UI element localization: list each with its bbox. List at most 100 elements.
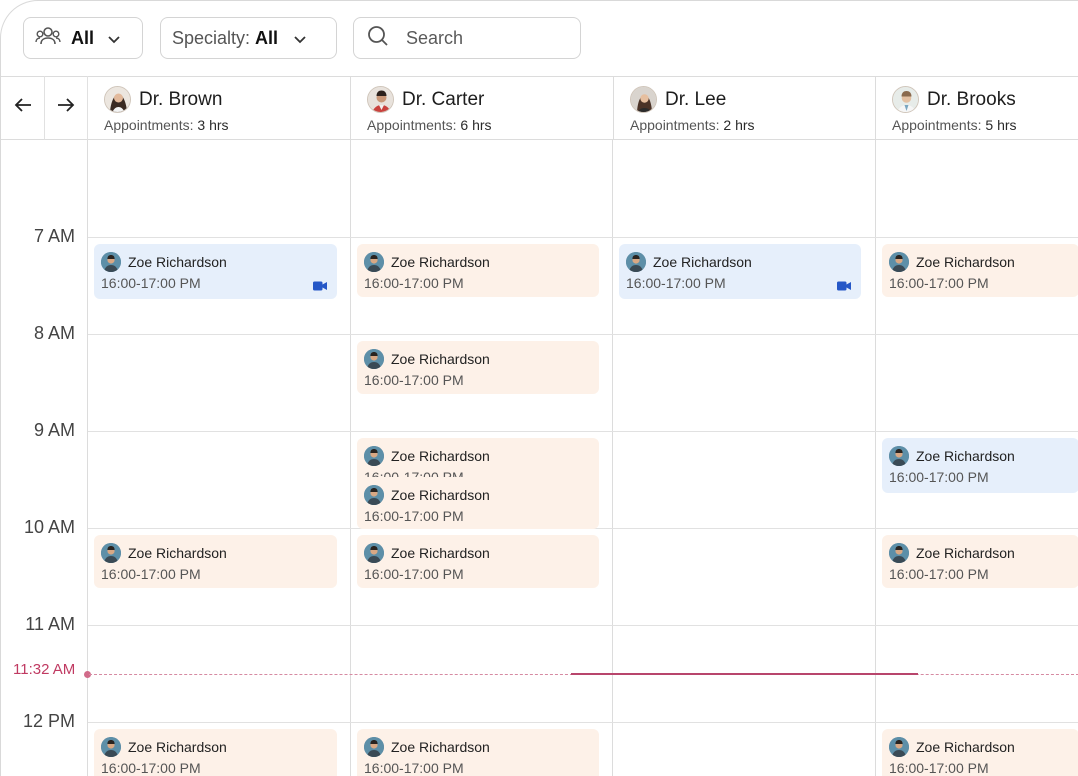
hour-line: [88, 722, 1078, 723]
avatar: [364, 485, 384, 505]
appointment-card[interactable]: Zoe Richardson 16:00-17:00 PM: [94, 729, 337, 776]
appointment-time: 16:00-17:00 PM: [626, 275, 726, 291]
avatar: [892, 86, 919, 113]
appointment-card[interactable]: Zoe Richardson 16:00-17:00 PM: [882, 244, 1078, 297]
hour-line: [88, 431, 1078, 432]
doctor-name: Dr. Lee: [665, 88, 727, 110]
group-filter-dropdown[interactable]: All: [23, 17, 143, 59]
patient-name: Zoe Richardson: [391, 545, 490, 561]
doctor-name: Dr. Brown: [139, 88, 223, 110]
next-button[interactable]: [45, 76, 88, 140]
appointment-time: 16:00-17:00 PM: [364, 275, 464, 291]
arrow-right-icon: [57, 97, 75, 118]
hour-line: [88, 334, 1078, 335]
schedule-grid: 7 AM 8 AM 9 AM 10 AM 11 AM 12 PM 11:32 A…: [1, 140, 1078, 776]
appointment-card[interactable]: Zoe Richardson 16:00-17:00 PM: [882, 438, 1078, 493]
avatar: [889, 543, 909, 563]
hour-line: [88, 237, 1078, 238]
appointment-time: 16:00-17:00 PM: [101, 760, 201, 776]
appointments-hours: 3 hrs: [197, 117, 229, 133]
avatar: [364, 737, 384, 757]
users-icon: [35, 26, 61, 51]
appointments-hours: 2 hrs: [723, 117, 755, 133]
time-label: 12 PM: [22, 711, 75, 731]
avatar: [364, 543, 384, 563]
patient-name: Zoe Richardson: [653, 254, 752, 270]
appointment-time: 16:00-17:00 PM: [364, 566, 464, 582]
calendar-window: All Specialty: All Search Dr. Brown Appo…: [0, 0, 1078, 776]
patient-name: Zoe Richardson: [916, 739, 1015, 755]
doctor-header-brooks[interactable]: Dr. Brooks Appointments: 5 hrs: [876, 76, 1078, 140]
appointment-time: 16:00-17:00 PM: [889, 275, 989, 291]
patient-name: Zoe Richardson: [391, 487, 490, 503]
appointments-hours: 5 hrs: [985, 117, 1017, 133]
patient-name: Zoe Richardson: [391, 351, 490, 367]
avatar: [104, 86, 131, 113]
avatar: [101, 543, 121, 563]
column-divider: [875, 140, 876, 776]
current-time-range: [571, 673, 918, 675]
column-divider: [87, 140, 88, 776]
group-filter-value: All: [71, 27, 95, 48]
appointment-card[interactable]: Zoe Richardson 16:00-17:00 PM: [357, 438, 599, 477]
time-label: 9 AM: [33, 420, 75, 440]
doctor-name: Dr. Brooks: [927, 88, 1016, 110]
appointment-card[interactable]: Zoe Richardson 16:00-17:00 PM: [357, 535, 599, 588]
appointment-card[interactable]: Zoe Richardson 16:00-17:00 PM: [882, 535, 1078, 588]
appointment-card[interactable]: Zoe Richardson 16:00-17:00 PM: [357, 341, 599, 394]
avatar: [367, 86, 394, 113]
appointment-card[interactable]: Zoe Richardson 16:00-17:00 PM: [882, 729, 1078, 776]
search-icon: [367, 25, 389, 52]
appointment-time: 16:00-17:00 PM: [364, 372, 464, 388]
specialty-filter-label: Specialty:: [172, 27, 251, 48]
appointment-time: 16:00-17:00 PM: [889, 760, 989, 776]
avatar: [630, 86, 657, 113]
patient-name: Zoe Richardson: [128, 545, 227, 561]
appointment-time: 16:00-17:00 PM: [889, 469, 989, 485]
avatar: [364, 252, 384, 272]
time-label: 8 AM: [33, 323, 75, 343]
appointment-card[interactable]: Zoe Richardson 16:00-17:00 PM: [357, 477, 599, 529]
specialty-filter-value: All: [255, 27, 279, 48]
appointment-card[interactable]: Zoe Richardson 16:00-17:00 PM: [94, 244, 337, 299]
appointment-card[interactable]: Zoe Richardson 16:00-17:00 PM: [619, 244, 861, 299]
doctor-header-carter[interactable]: Dr. Carter Appointments: 6 hrs: [351, 76, 614, 140]
appointment-time: 16:00-17:00 PM: [364, 760, 464, 776]
prev-button[interactable]: [1, 76, 45, 140]
doctor-header-brown[interactable]: Dr. Brown Appointments: 3 hrs: [88, 76, 351, 140]
appointment-time: 16:00-17:00 PM: [889, 566, 989, 582]
time-label: 7 AM: [33, 226, 75, 246]
hour-line: [88, 625, 1078, 626]
appointment-card[interactable]: Zoe Richardson 16:00-17:00 PM: [357, 729, 599, 776]
time-label: 11 AM: [25, 614, 75, 634]
current-time-label: 11:32 AM: [13, 661, 76, 678]
appointments-label: Appointments:: [367, 117, 457, 133]
chevron-down-icon: [294, 28, 306, 49]
appointments-label: Appointments:: [104, 117, 194, 133]
chevron-down-icon: [108, 28, 120, 49]
search-input[interactable]: [404, 26, 568, 50]
avatar: [364, 349, 384, 369]
specialty-filter-dropdown[interactable]: Specialty: All: [160, 17, 337, 59]
column-divider: [350, 140, 351, 776]
appointment-time: 16:00-17:00 PM: [364, 508, 464, 524]
search-box[interactable]: [353, 17, 581, 59]
appointment-time: 16:00-17:00 PM: [101, 275, 201, 291]
toolbar: All Specialty: All: [1, 1, 1078, 77]
doctor-header-lee[interactable]: Dr. Lee Appointments: 2 hrs: [614, 76, 876, 140]
appointments-label: Appointments:: [630, 117, 720, 133]
column-divider: [612, 140, 613, 776]
time-label: 10 AM: [23, 517, 75, 537]
arrow-left-icon: [14, 97, 32, 118]
appointment-time: 16:00-17:00 PM: [101, 566, 201, 582]
appointments-hours: 6 hrs: [460, 117, 492, 133]
appointment-card[interactable]: Zoe Richardson 16:00-17:00 PM: [94, 535, 337, 588]
patient-name: Zoe Richardson: [128, 254, 227, 270]
avatar: [889, 446, 909, 466]
patient-name: Zoe Richardson: [916, 448, 1015, 464]
video-call-icon: [313, 278, 327, 296]
video-call-icon: [837, 278, 851, 296]
patient-name: Zoe Richardson: [391, 254, 490, 270]
appointment-card[interactable]: Zoe Richardson 16:00-17:00 PM: [357, 244, 599, 297]
avatar: [626, 252, 646, 272]
